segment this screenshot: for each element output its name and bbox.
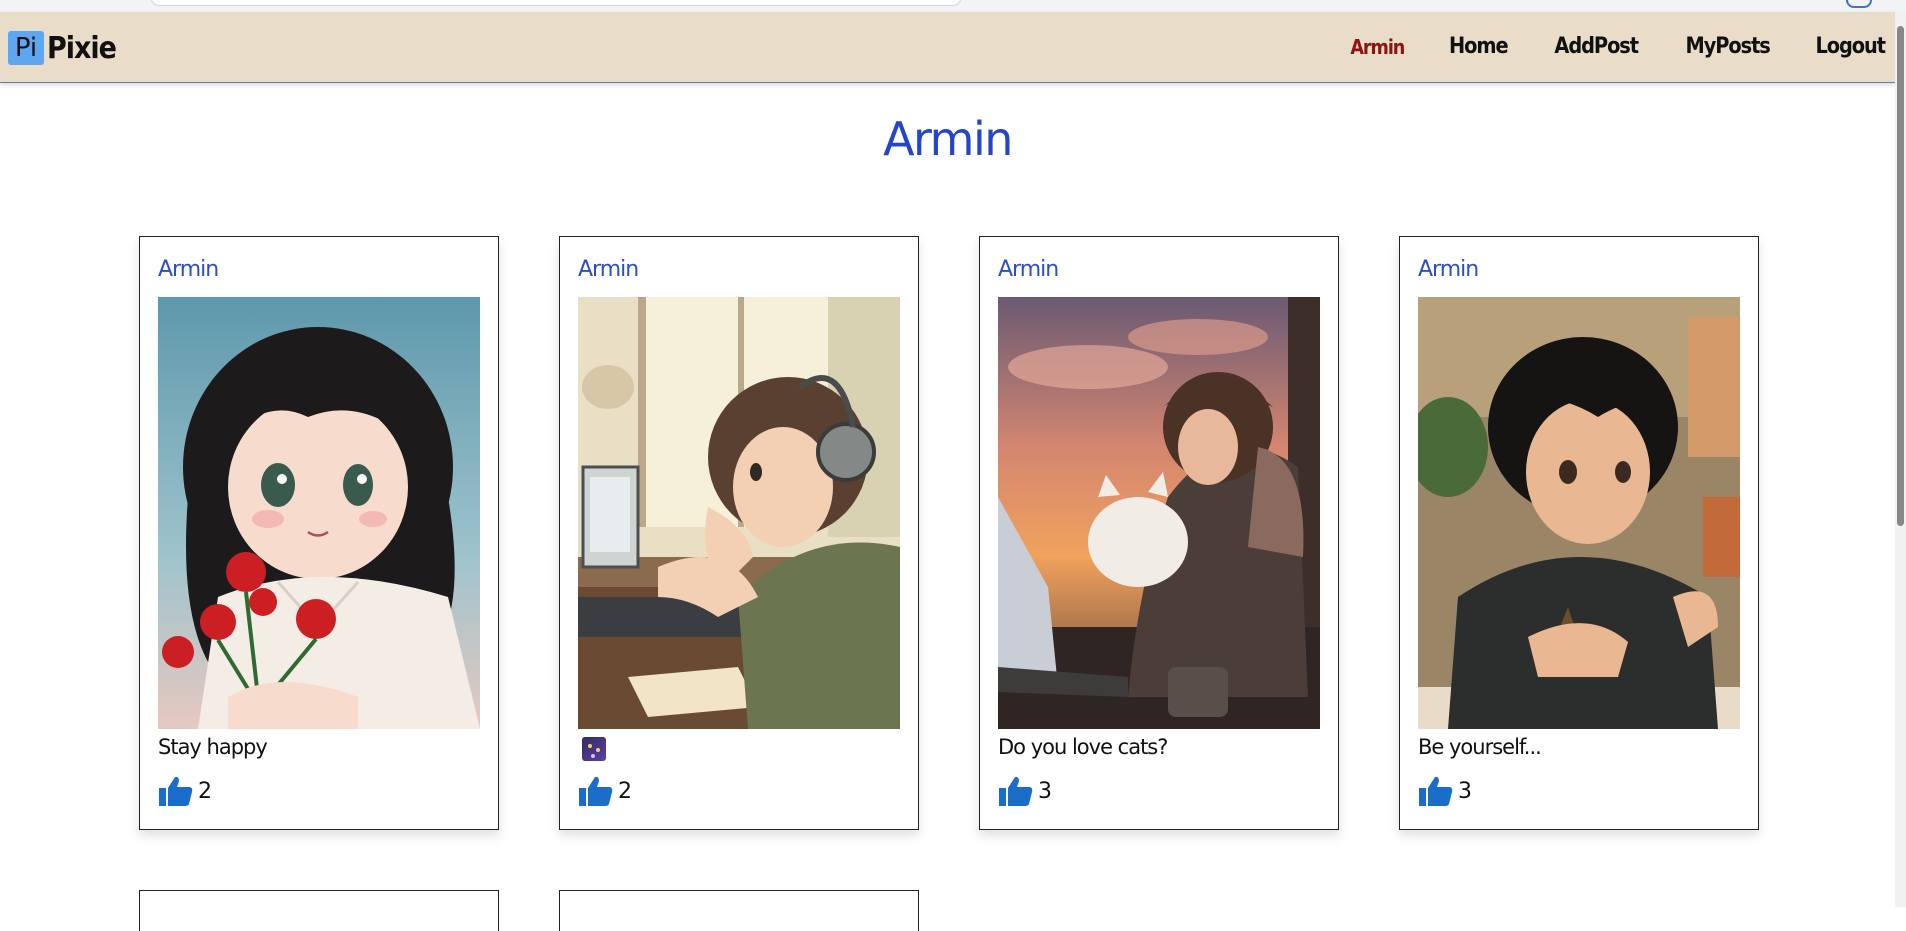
- like-button[interactable]: 2: [158, 775, 212, 807]
- post-card[interactable]: Armin Be yourself... 3: [1399, 236, 1759, 830]
- scrollbar[interactable]: [1895, 12, 1906, 907]
- post-caption: Do you love cats?: [998, 735, 1168, 759]
- post-card[interactable]: Armin: [559, 236, 919, 830]
- profile-icon[interactable]: [1846, 0, 1872, 8]
- night-sky-emoji: [582, 737, 606, 761]
- address-bar[interactable]: [150, 0, 962, 6]
- post-card[interactable]: Armin Do you love cats? 3: [979, 236, 1339, 830]
- logo-badge: Pi: [8, 31, 44, 65]
- like-count: 2: [198, 778, 212, 804]
- post-image[interactable]: [578, 297, 900, 729]
- nav-item-myposts[interactable]: MyPosts: [1686, 34, 1771, 59]
- like-count: 3: [1458, 778, 1472, 804]
- post-card[interactable]: Armin: [139, 236, 499, 830]
- post-card-partial[interactable]: [139, 890, 499, 931]
- post-author[interactable]: Armin: [998, 257, 1059, 282]
- nav-item-addpost[interactable]: AddPost: [1555, 34, 1640, 59]
- page-title: Armin: [883, 112, 1013, 166]
- post-caption: Stay happy: [158, 735, 268, 759]
- like-count: 2: [618, 778, 632, 804]
- thumbs-up-icon[interactable]: [578, 775, 614, 807]
- post-image[interactable]: [158, 297, 480, 729]
- nav-menu: Armin Home AddPost MyPosts Logout: [1307, 34, 1886, 59]
- app-name: Pixie: [47, 30, 117, 66]
- post-author[interactable]: Armin: [158, 257, 219, 282]
- post-author[interactable]: Armin: [1418, 257, 1479, 282]
- post-image[interactable]: [1418, 297, 1740, 729]
- thumbs-up-icon[interactable]: [1418, 775, 1454, 807]
- like-button[interactable]: 3: [998, 775, 1052, 807]
- post-author[interactable]: Armin: [578, 257, 639, 282]
- brand-logo[interactable]: Pi Pixie: [8, 30, 117, 66]
- nav-item-profile[interactable]: Armin: [1351, 35, 1406, 59]
- nav-item-logout[interactable]: Logout: [1815, 34, 1886, 59]
- thumbs-up-icon[interactable]: [998, 775, 1034, 807]
- like-count: 3: [1038, 778, 1052, 804]
- post-caption: Be yourself...: [1418, 735, 1542, 759]
- scrollbar-thumb[interactable]: [1897, 26, 1904, 526]
- thumbs-up-icon[interactable]: [158, 775, 194, 807]
- navbar: Pi Pixie Armin Home AddPost MyPosts Logo…: [0, 12, 1895, 83]
- like-button[interactable]: 2: [578, 775, 632, 807]
- nav-item-home[interactable]: Home: [1449, 34, 1509, 59]
- like-button[interactable]: 3: [1418, 775, 1472, 807]
- post-card-partial[interactable]: [559, 890, 919, 931]
- post-image[interactable]: [998, 297, 1320, 729]
